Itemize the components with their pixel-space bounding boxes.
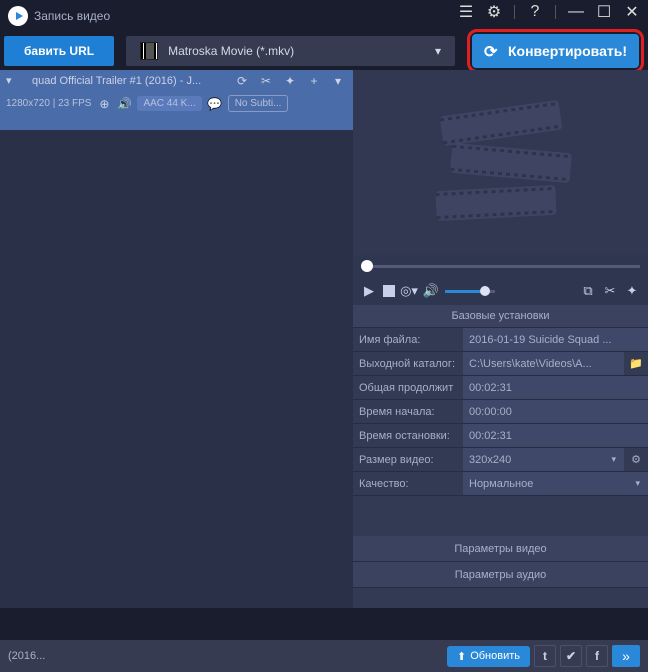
list-icon[interactable]: ☰ — [458, 4, 474, 20]
audio-codec-pill[interactable]: AAC 44 K... — [137, 96, 201, 111]
setting-label: Время начала: — [353, 406, 463, 418]
setting-row: Время остановки:00:02:31 — [353, 424, 648, 448]
app-title: Запись видео — [34, 9, 110, 23]
chevron-down-icon[interactable]: ▾ — [611, 454, 624, 465]
volume-small-icon[interactable]: 🔊 — [117, 97, 131, 111]
setting-row: Качество:Нормальное▾ — [353, 472, 648, 496]
stop-button[interactable] — [383, 285, 395, 297]
setting-value: 00:02:31 — [463, 424, 648, 447]
format-label: Matroska Movie (*.mkv) — [168, 44, 294, 58]
file-resolution: 1280x720 | 23 FPS — [6, 98, 91, 109]
setting-value: 00:00:00 — [463, 400, 648, 423]
link-icon[interactable]: ⧉ — [580, 283, 596, 299]
setting-value[interactable]: 2016-01-19 Suicide Squad ... — [463, 328, 648, 351]
divider — [555, 5, 556, 19]
audio-params-button[interactable]: Параметры аудио — [353, 562, 648, 588]
setting-label: Общая продолжит — [353, 382, 463, 394]
setting-label: Время остановки: — [353, 430, 463, 442]
gear-icon[interactable]: ⚙ — [624, 453, 648, 466]
setting-row: Общая продолжит00:02:31 — [353, 376, 648, 400]
setting-label: Имя файла: — [353, 334, 463, 346]
subtitle-icon[interactable]: 💬 — [208, 97, 222, 111]
add-icon[interactable]: + — [307, 74, 321, 88]
folder-icon[interactable]: 📁 — [624, 357, 648, 370]
seek-thumb[interactable] — [361, 260, 373, 272]
convert-button[interactable]: ⟳ Конвертировать! — [472, 34, 639, 68]
add-url-button[interactable]: бавить URL — [4, 36, 114, 66]
gear-icon[interactable]: ⚙ — [486, 4, 502, 20]
volume-slider[interactable] — [445, 290, 495, 293]
update-button[interactable]: ⬆ Обновить — [447, 646, 530, 667]
effects-icon[interactable]: ✦ — [283, 74, 297, 88]
video-preview — [353, 70, 648, 255]
minimize-icon[interactable]: — — [568, 4, 584, 20]
divider — [514, 5, 515, 19]
setting-row: Имя файла:2016-01-19 Suicide Squad ... — [353, 328, 648, 352]
convert-highlight: ⟳ Конвертировать! — [467, 29, 644, 73]
help-icon[interactable]: ? — [527, 4, 543, 20]
snapshot-button[interactable]: ◎▾ — [401, 283, 417, 299]
app-logo — [8, 6, 28, 26]
twitter-button[interactable]: t — [534, 645, 556, 667]
status-text: (2016... — [8, 650, 443, 662]
setting-row: Размер видео:320x240▾⚙ — [353, 448, 648, 472]
setting-value[interactable]: C:\Users\kate\Videos\A... — [463, 352, 624, 375]
volume-icon[interactable]: 🔊 — [423, 283, 439, 299]
chevron-down-icon[interactable]: ▾ — [635, 478, 648, 489]
upload-icon: ⬆ — [457, 650, 466, 663]
file-list: ▾ quad Official Trailer #1 (2016) - J...… — [0, 70, 353, 608]
vk-button[interactable]: ✔ — [560, 645, 582, 667]
seek-slider[interactable] — [361, 265, 640, 268]
more-button[interactable]: » — [612, 645, 640, 667]
setting-label: Качество: — [353, 478, 463, 490]
setting-row: Выходной каталог:C:\Users\kate\Videos\A.… — [353, 352, 648, 376]
setting-label: Размер видео: — [353, 454, 463, 466]
close-icon[interactable]: ✕ — [624, 4, 640, 20]
setting-label: Выходной каталог: — [353, 358, 463, 370]
chevron-down-icon: ▾ — [435, 44, 441, 58]
video-params-button[interactable]: Параметры видео — [353, 536, 648, 562]
setting-value: 00:02:31 — [463, 376, 648, 399]
scissors-icon[interactable]: ✂ — [259, 74, 273, 88]
effects-icon[interactable]: ✦ — [624, 283, 640, 299]
file-item[interactable]: ▾ quad Official Trailer #1 (2016) - J...… — [0, 70, 353, 130]
film-icon — [140, 42, 158, 60]
setting-value[interactable]: 320x240▾ — [463, 448, 624, 471]
setting-value[interactable]: Нормальное▾ — [463, 472, 648, 495]
film-placeholder-art — [421, 98, 581, 228]
convert-label: Конвертировать! — [508, 43, 627, 59]
file-index: ▾ — [6, 74, 24, 87]
convert-icon: ⟳ — [484, 42, 502, 60]
maximize-icon[interactable]: ☐ — [596, 4, 612, 20]
play-button[interactable]: ▶ — [361, 283, 377, 299]
output-format-selector[interactable]: Matroska Movie (*.mkv) ▾ — [126, 36, 455, 66]
scissors-icon[interactable]: ✂ — [602, 283, 618, 299]
expand-icon[interactable]: ▾ — [331, 74, 345, 88]
setting-row: Время начала:00:00:00 — [353, 400, 648, 424]
crosshair-icon[interactable]: ⊕ — [97, 97, 111, 111]
subtitle-pill[interactable]: No Subti... — [228, 95, 289, 112]
refresh-icon[interactable]: ⟳ — [235, 74, 249, 88]
settings-header: Базовые установки — [353, 305, 648, 328]
update-label: Обновить — [470, 650, 520, 662]
facebook-button[interactable]: f — [586, 645, 608, 667]
